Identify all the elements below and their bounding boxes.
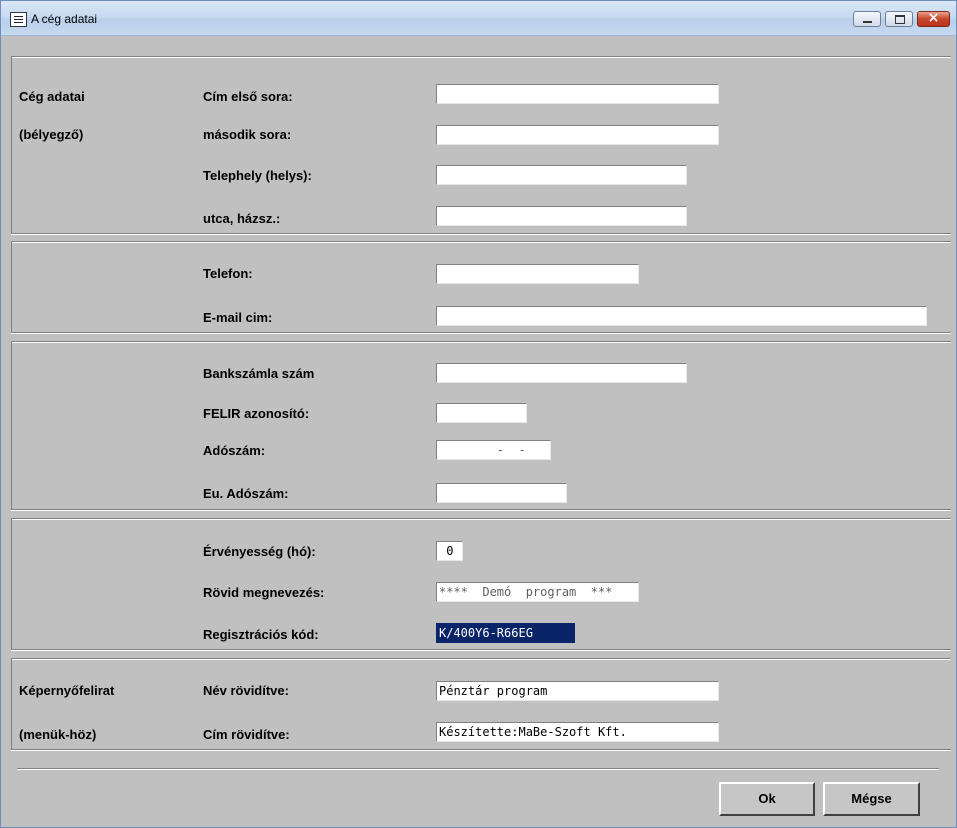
reg-code-label: Regisztrációs kód:	[203, 627, 319, 642]
address2-label: második sora:	[203, 127, 292, 142]
separator	[11, 233, 951, 235]
address-short-label: Cím rövidítve:	[203, 727, 290, 742]
street-field[interactable]	[436, 206, 687, 226]
ok-button[interactable]: Ok	[719, 782, 815, 816]
minimize-button[interactable]	[853, 11, 881, 27]
short-name-field[interactable]: **** Demó program ***	[436, 582, 639, 602]
separator	[11, 509, 951, 511]
email-label: E-mail cim:	[203, 310, 273, 325]
separator	[17, 768, 939, 770]
section-subheading-company: (bélyegző)	[19, 127, 84, 142]
phone-label: Telefon:	[203, 266, 253, 281]
tax-label: Adószám:	[203, 443, 266, 458]
site-label: Telephely (helys):	[203, 168, 312, 183]
close-button[interactable]: ×	[917, 10, 950, 27]
window-title: A cég adatai	[31, 12, 98, 26]
separator	[11, 241, 951, 243]
street-label: utca, házsz.:	[203, 211, 281, 226]
group-border	[11, 342, 12, 510]
bank-label: Bankszámla szám	[203, 366, 315, 381]
address1-field[interactable]	[436, 84, 719, 104]
short-name-label: Rövid megnevezés:	[203, 585, 325, 600]
separator	[11, 56, 951, 58]
section-heading-screen: Képernyőfelirat	[19, 683, 115, 698]
name-short-field[interactable]: Pénztár program	[436, 681, 719, 701]
tax-field[interactable]: - -	[436, 440, 551, 460]
minimize-icon	[863, 21, 872, 23]
phone-field[interactable]	[436, 264, 639, 284]
company-data-window: A cég adatai × Cég adatai (bélyegző) Kép…	[0, 0, 957, 828]
felir-label: FELIR azonosító:	[203, 406, 310, 421]
separator	[11, 518, 951, 520]
email-field[interactable]	[436, 306, 927, 326]
eu-tax-field[interactable]	[436, 483, 567, 503]
reg-code-field[interactable]: K/400Y6-R66EG	[436, 623, 575, 643]
close-icon: ×	[927, 10, 940, 26]
maximize-icon	[895, 15, 905, 24]
separator	[11, 341, 951, 343]
separator	[11, 658, 951, 660]
validity-label: Érvényesség (hó):	[203, 544, 316, 559]
address1-label: Cím első sora:	[203, 89, 293, 104]
window-app-icon[interactable]	[10, 12, 27, 27]
validity-field[interactable]: 0	[436, 541, 463, 561]
bank-field[interactable]	[436, 363, 687, 383]
group-border	[11, 57, 12, 234]
eu-tax-label: Eu. Adószám:	[203, 486, 289, 501]
separator	[11, 332, 951, 334]
felir-field[interactable]	[436, 403, 527, 423]
maximize-button[interactable]	[885, 11, 913, 27]
address2-field[interactable]	[436, 125, 719, 145]
address-short-field[interactable]: Készítette:MaBe-Szoft Kft.	[436, 722, 719, 742]
title-bar[interactable]: A cég adatai ×	[1, 1, 956, 36]
cancel-button[interactable]: Mégse	[823, 782, 920, 816]
group-border	[11, 659, 12, 750]
separator	[11, 649, 951, 651]
separator	[11, 749, 951, 751]
site-field[interactable]	[436, 165, 687, 185]
group-border	[11, 242, 12, 333]
group-border	[11, 519, 12, 650]
name-short-label: Név rövidítve:	[203, 683, 289, 698]
section-subheading-screen: (menük-höz)	[19, 727, 97, 742]
section-heading-company: Cég adatai	[19, 89, 85, 104]
